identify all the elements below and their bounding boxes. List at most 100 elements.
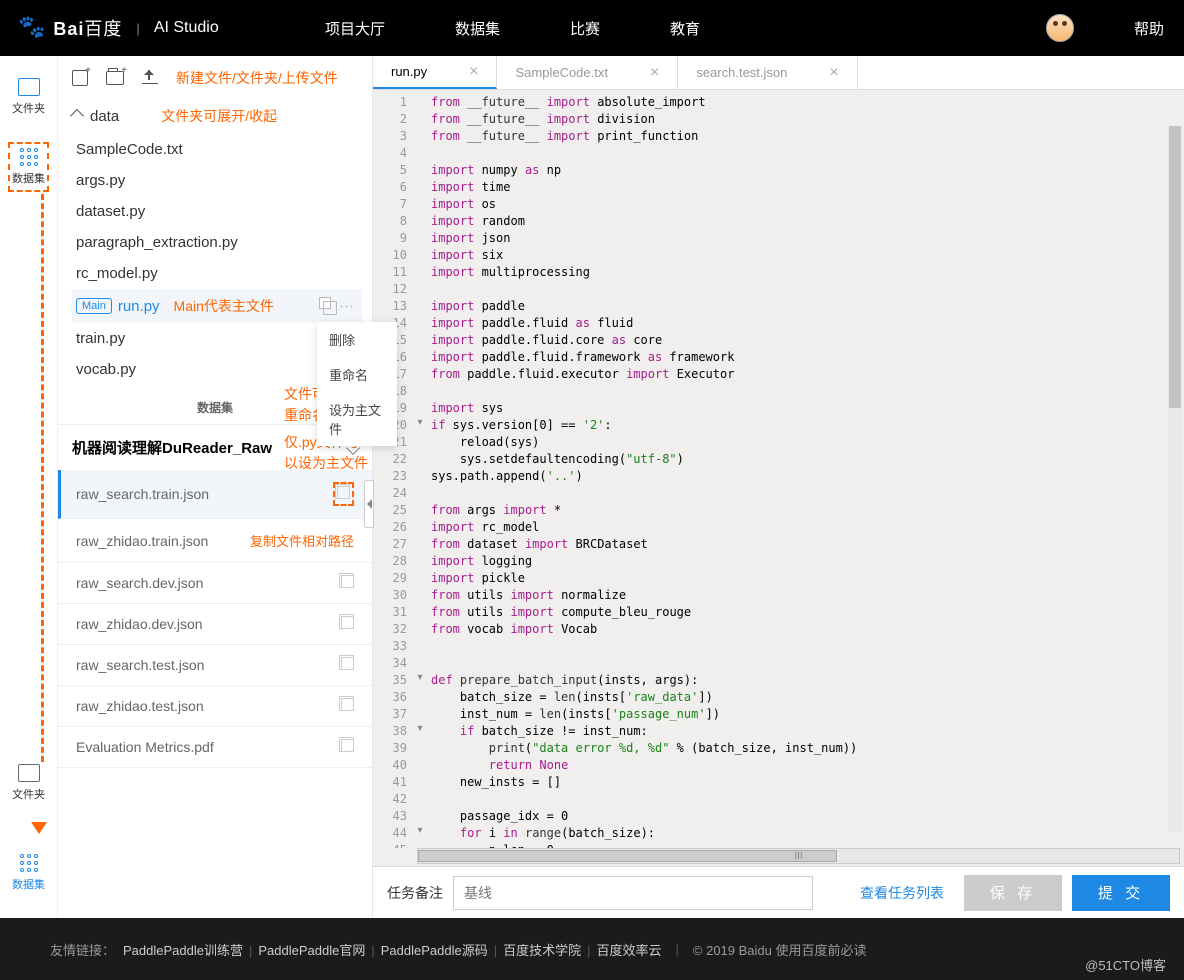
file-name: rc_model.py (76, 265, 158, 282)
rail-folder-upper[interactable]: 文件夹 (12, 78, 45, 116)
top-nav: 项目大厅 数据集 比赛 教育 (325, 18, 700, 39)
tree-file[interactable]: paragraph_extraction.py (72, 227, 362, 258)
dataset-item-name: raw_search.train.json (76, 486, 209, 502)
copy-path-icon[interactable] (341, 616, 354, 629)
nav-projects[interactable]: 项目大厅 (325, 18, 385, 39)
tab-label: SampleCode.txt (515, 65, 608, 80)
nav-datasets[interactable]: 数据集 (455, 18, 500, 39)
tree-file[interactable]: args.py (72, 165, 362, 196)
save-button[interactable]: 保 存 (964, 875, 1062, 911)
editor-tab[interactable]: search.test.json × (678, 56, 857, 89)
rail-dataset-upper[interactable]: 数据集 (12, 148, 45, 186)
annotation-text: 新建文件/文件夹/上传文件 (176, 68, 338, 88)
tree-file[interactable]: SampleCode.txt (72, 134, 362, 165)
code-area[interactable]: 1234567891011121314151617181920212223242… (373, 90, 1184, 848)
fold-gutter[interactable]: ▾▾▾▾▾ (413, 90, 427, 848)
vertical-scrollbar[interactable] (1168, 126, 1182, 832)
left-rail: 文件夹 数据集 文件夹 (0, 56, 58, 918)
help-link[interactable]: 帮助 (1134, 18, 1164, 39)
dataset-icon (20, 854, 38, 872)
copy-path-icon[interactable] (341, 698, 354, 711)
dataset-icon (20, 148, 38, 166)
close-icon[interactable]: × (650, 64, 659, 82)
dataset-section: 机器阅读理解DuReader_Raw raw_search.train.json… (58, 424, 372, 768)
new-folder-icon[interactable] (106, 71, 124, 85)
dataset-item[interactable]: raw_search.dev.json (58, 563, 372, 604)
paw-icon: 🐾 (18, 14, 45, 40)
annotation-text: 复制文件相对路径 (250, 531, 354, 550)
footer-label: 友情链接： (50, 940, 115, 959)
code-content[interactable]: from __future__ import absolute_import f… (427, 90, 1184, 848)
rail-dataset-lower[interactable]: 数据集 (12, 854, 45, 892)
footer: 友情链接： PaddlePaddle训练营|PaddlePaddle官网|Pad… (0, 918, 1184, 980)
bottom-bar: 任务备注 查看任务列表 保 存 提 交 (373, 866, 1184, 918)
footer-link[interactable]: 百度技术学院 (503, 943, 581, 958)
copy-path-icon[interactable] (341, 657, 354, 670)
view-task-list-link[interactable]: 查看任务列表 (860, 883, 944, 903)
logo-area[interactable]: 🐾 Bai百度 | AI Studio (0, 15, 285, 41)
annotation-arrow (41, 194, 44, 762)
more-icon[interactable]: ⋯ (339, 297, 356, 315)
context-menu: 删除 重命名 设为主文件 (317, 322, 397, 446)
tree-file[interactable]: rc_model.py (72, 258, 362, 289)
new-file-icon[interactable] (72, 70, 88, 86)
ctx-delete[interactable]: 删除 (317, 322, 397, 357)
copy-path-icon[interactable] (337, 486, 350, 499)
file-name: run.py (118, 298, 160, 315)
avatar[interactable] (1046, 14, 1074, 42)
dataset-item[interactable]: raw_zhidao.train.json 复制文件相对路径 (58, 519, 372, 563)
folder-icon (18, 764, 40, 782)
watermark: @51CTO博客 (1085, 955, 1166, 974)
editor-tab[interactable]: run.py × (373, 56, 497, 89)
top-bar: 🐾 Bai百度 | AI Studio 项目大厅 数据集 比赛 教育 帮助 (0, 0, 1184, 56)
horizontal-scrollbar[interactable]: III (417, 848, 1180, 864)
collapse-sidebar-handle[interactable] (364, 480, 374, 528)
tree-file[interactable]: dataset.py (72, 196, 362, 227)
footer-link[interactable]: 百度效率云 (597, 943, 662, 958)
tab-label: run.py (391, 64, 427, 79)
dataset-item[interactable]: Evaluation Metrics.pdf (58, 727, 372, 768)
arrow-head-icon (31, 822, 47, 834)
task-note-input[interactable] (453, 876, 813, 910)
close-icon[interactable]: × (469, 63, 478, 81)
ctx-set-main[interactable]: 设为主文件 (317, 392, 397, 446)
file-name: paragraph_extraction.py (76, 234, 238, 251)
submit-button[interactable]: 提 交 (1072, 875, 1170, 911)
dataset-item[interactable]: raw_zhidao.dev.json (58, 604, 372, 645)
close-icon[interactable]: × (829, 64, 838, 82)
main-badge: Main (76, 298, 112, 314)
tree-file[interactable]: Mainrun.pyMain代表主文件⋯ (72, 289, 362, 323)
tab-label: search.test.json (696, 65, 787, 80)
ctx-rename[interactable]: 重命名 (317, 357, 397, 392)
dataset-item[interactable]: raw_zhidao.test.json (58, 686, 372, 727)
chevron-up-icon (70, 109, 84, 123)
dataset-item-name: raw_search.dev.json (76, 575, 203, 591)
editor: run.py×SampleCode.txt×search.test.json× … (373, 56, 1184, 918)
task-note-label: 任务备注 (387, 883, 443, 903)
file-name: args.py (76, 172, 125, 189)
footer-link[interactable]: PaddlePaddle官网 (258, 943, 365, 958)
dataset-item-name: raw_zhidao.test.json (76, 698, 204, 714)
sidebar: 新建文件/文件夹/上传文件 data 文件夹可展开/收起 SampleCode.… (58, 56, 373, 918)
footer-link[interactable]: PaddlePaddle训练营 (123, 943, 243, 958)
editor-tabs: run.py × SampleCode.txt × search.test.json × (373, 56, 1184, 90)
footer-link[interactable]: PaddlePaddle源码 (381, 943, 488, 958)
editor-tab[interactable]: SampleCode.txt × (497, 56, 678, 89)
rail-folder-lower[interactable]: 文件夹 (12, 764, 45, 802)
sidebar-toolbar: 新建文件/文件夹/上传文件 (58, 56, 372, 92)
dataset-item-name: raw_zhidao.train.json (76, 533, 208, 549)
annotation-box: 数据集 (8, 142, 49, 192)
nav-competition[interactable]: 比赛 (570, 18, 600, 39)
dataset-item-name: raw_search.test.json (76, 657, 204, 673)
copy-path-icon[interactable] (341, 575, 354, 588)
nav-education[interactable]: 教育 (670, 18, 700, 39)
copy-path-icon[interactable] (341, 739, 354, 752)
dataset-item[interactable]: raw_search.train.json (58, 470, 372, 519)
dataset-item-name: Evaluation Metrics.pdf (76, 739, 214, 755)
logo-sub: AI Studio (154, 19, 219, 37)
dataset-item[interactable]: raw_search.test.json (58, 645, 372, 686)
copy-icon[interactable] (319, 297, 331, 309)
tree-folder[interactable]: data 文件夹可展开/收起 (72, 98, 362, 134)
annotation-text: 文件夹可展开/收起 (161, 106, 277, 126)
upload-icon[interactable] (142, 72, 158, 84)
